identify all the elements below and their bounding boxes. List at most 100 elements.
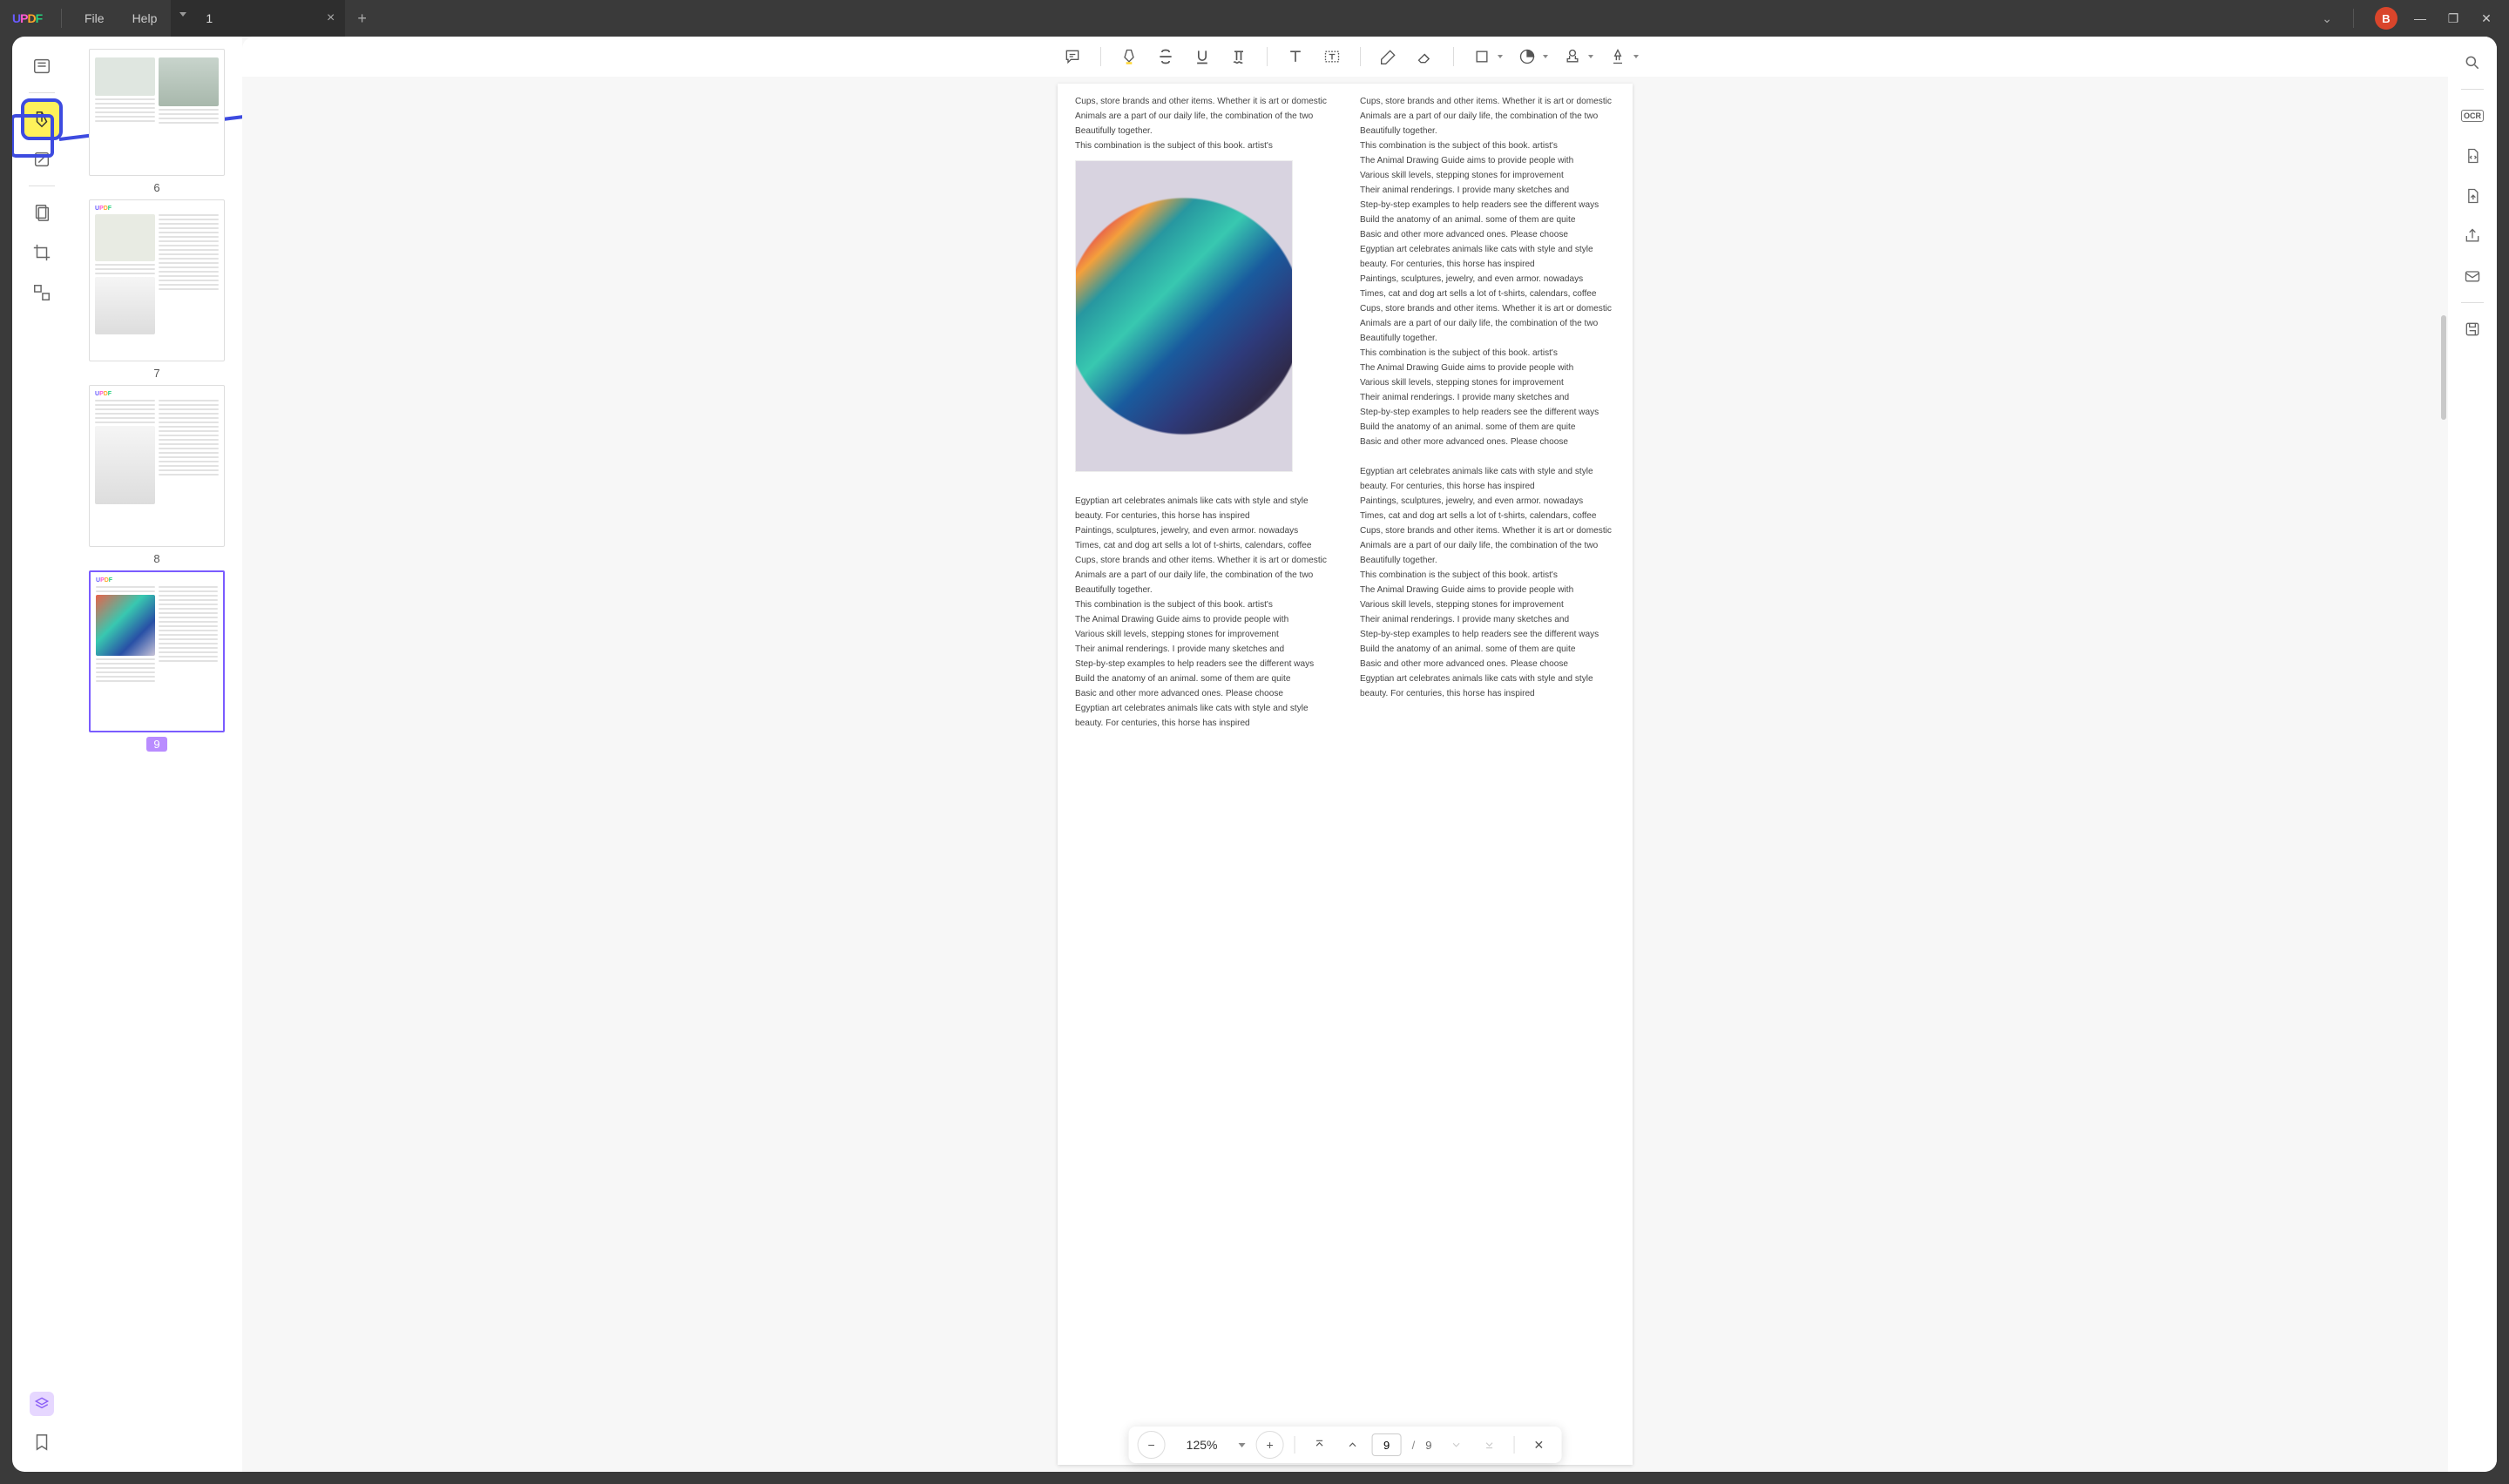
main-view: Cups, store brands and other items. Whet… <box>242 37 2448 1472</box>
text-line: Egyptian art celebrates animals like cat… <box>1075 494 1330 509</box>
text-line: Step-by-step examples to help readers se… <box>1075 657 1330 671</box>
save-icon[interactable] <box>2458 315 2486 343</box>
text-line: beauty. For centuries, this horse has in… <box>1360 479 1615 494</box>
text-line: Beautifully together. <box>1075 583 1330 597</box>
menu-file[interactable]: File <box>71 11 118 25</box>
text-line: Build the anatomy of an animal. some of … <box>1075 671 1330 686</box>
document-tab[interactable]: 1 × <box>171 0 345 37</box>
text-line: The Animal Drawing Guide aims to provide… <box>1360 361 1615 375</box>
text-line: Basic and other more advanced ones. Plea… <box>1075 686 1330 701</box>
thumbnail[interactable]: UPDF 9 <box>89 570 225 751</box>
tools-icon[interactable] <box>24 275 59 310</box>
text-line: Various skill levels, stepping stones fo… <box>1360 375 1615 390</box>
next-page-button[interactable] <box>1442 1431 1470 1459</box>
text-line: Animals are a part of our daily life, th… <box>1075 568 1330 583</box>
ocr-icon[interactable]: OCR <box>2458 102 2486 130</box>
thumbnail[interactable]: UPDF 7 <box>89 199 225 380</box>
search-icon[interactable] <box>2458 49 2486 77</box>
zoom-out-button[interactable]: − <box>1138 1431 1166 1459</box>
minimize-button[interactable]: — <box>2410 11 2431 25</box>
app-logo: UPDF <box>0 11 52 25</box>
shape-icon[interactable] <box>1466 41 1498 72</box>
page-total: 9 <box>1425 1439 1437 1452</box>
pencil-icon[interactable] <box>1373 41 1404 72</box>
page-separator: / <box>1407 1439 1421 1452</box>
thumbnail[interactable]: 6 <box>89 49 225 194</box>
underline-icon[interactable] <box>1187 41 1218 72</box>
zoom-value[interactable]: 125% <box>1171 1438 1234 1452</box>
annotation-toolbar <box>242 37 2448 77</box>
tab-dropdown-icon[interactable] <box>179 12 186 17</box>
page-input[interactable] <box>1372 1433 1402 1456</box>
reader-mode-icon[interactable] <box>24 49 59 84</box>
scrollbar[interactable] <box>2441 315 2446 420</box>
page-viewport[interactable]: Cups, store brands and other items. Whet… <box>242 77 2448 1472</box>
stamp-icon[interactable] <box>1557 41 1588 72</box>
first-page-button[interactable] <box>1306 1431 1334 1459</box>
convert-icon[interactable] <box>2458 142 2486 170</box>
eraser-icon[interactable] <box>1410 41 1441 72</box>
text-line: Various skill levels, stepping stones fo… <box>1075 627 1330 642</box>
note-icon[interactable] <box>1057 41 1088 72</box>
signature-icon[interactable] <box>1602 41 1633 72</box>
text-line: Beautifully together. <box>1360 124 1615 138</box>
text-line: Build the anatomy of an animal. some of … <box>1360 420 1615 435</box>
chevron-down-icon[interactable]: ⌄ <box>2322 11 2332 26</box>
text-line: Cups, store brands and other items. Whet… <box>1360 523 1615 538</box>
page-navigation: − 125% + / 9 ✕ <box>1129 1427 1562 1463</box>
layers-icon[interactable] <box>30 1392 54 1416</box>
text-line: This combination is the subject of this … <box>1360 568 1615 583</box>
text-line: Times, cat and dog art sells a lot of t-… <box>1360 287 1615 301</box>
text-line: This combination is the subject of this … <box>1075 138 1330 153</box>
email-icon[interactable] <box>2458 262 2486 290</box>
close-icon[interactable]: × <box>327 10 335 26</box>
text-line: The Animal Drawing Guide aims to provide… <box>1360 583 1615 597</box>
text-line: Cups, store brands and other items. Whet… <box>1360 301 1615 316</box>
text-line: Paintings, sculptures, jewelry, and even… <box>1075 523 1330 538</box>
organize-pages-icon[interactable] <box>24 195 59 230</box>
maximize-button[interactable]: ❐ <box>2443 11 2464 26</box>
text-line: Animals are a part of our daily life, th… <box>1360 538 1615 553</box>
squiggly-icon[interactable] <box>1223 41 1254 72</box>
edit-mode-icon[interactable] <box>24 142 59 177</box>
text-line: Cups, store brands and other items. Whet… <box>1075 553 1330 568</box>
document-page: Cups, store brands and other items. Whet… <box>1058 84 1633 1465</box>
close-window-button[interactable]: ✕ <box>2476 11 2497 26</box>
comment-mode-icon[interactable] <box>24 102 59 137</box>
zoom-dropdown-icon[interactable] <box>1239 1443 1246 1447</box>
crop-icon[interactable] <box>24 235 59 270</box>
text-line: This combination is the subject of this … <box>1075 597 1330 612</box>
prev-page-button[interactable] <box>1339 1431 1367 1459</box>
text-line: Animals are a part of our daily life, th… <box>1360 316 1615 331</box>
text-line: Cups, store brands and other items. Whet… <box>1360 94 1615 109</box>
thumbnail[interactable]: UPDF 8 <box>89 385 225 565</box>
text-line: Times, cat and dog art sells a lot of t-… <box>1360 509 1615 523</box>
new-tab-button[interactable]: + <box>345 10 379 28</box>
last-page-button[interactable] <box>1475 1431 1503 1459</box>
close-nav-button[interactable]: ✕ <box>1525 1431 1552 1459</box>
zoom-in-button[interactable]: + <box>1256 1431 1284 1459</box>
text-line: Step-by-step examples to help readers se… <box>1360 627 1615 642</box>
text-icon[interactable] <box>1280 41 1311 72</box>
text-line: Build the anatomy of an animal. some of … <box>1360 212 1615 227</box>
highlight-icon[interactable] <box>1113 41 1145 72</box>
text-line: Beautifully together. <box>1360 553 1615 568</box>
document-image <box>1075 160 1293 472</box>
textbox-icon[interactable] <box>1316 41 1348 72</box>
text-line: Various skill levels, stepping stones fo… <box>1360 168 1615 183</box>
text-line: Build the anatomy of an animal. some of … <box>1360 642 1615 657</box>
menu-help[interactable]: Help <box>118 11 172 25</box>
text-line: Their animal renderings. I provide many … <box>1360 390 1615 405</box>
strikethrough-icon[interactable] <box>1150 41 1181 72</box>
sticker-icon[interactable] <box>1511 41 1543 72</box>
share-icon[interactable] <box>2458 222 2486 250</box>
text-line: beauty. For centuries, this horse has in… <box>1075 509 1330 523</box>
export-icon[interactable] <box>2458 182 2486 210</box>
text-line: Step-by-step examples to help readers se… <box>1360 198 1615 212</box>
text-line: The Animal Drawing Guide aims to provide… <box>1360 153 1615 168</box>
bookmark-icon[interactable] <box>24 1425 59 1460</box>
user-avatar[interactable]: B <box>2375 7 2397 30</box>
thumbnail-panel[interactable]: 6 UPDF 7 UPDF 8 UPDF 9 <box>71 37 242 1472</box>
title-bar: UPDF File Help 1 × + ⌄ B — ❐ ✕ <box>0 0 2509 37</box>
text-line: Their animal renderings. I provide many … <box>1075 642 1330 657</box>
